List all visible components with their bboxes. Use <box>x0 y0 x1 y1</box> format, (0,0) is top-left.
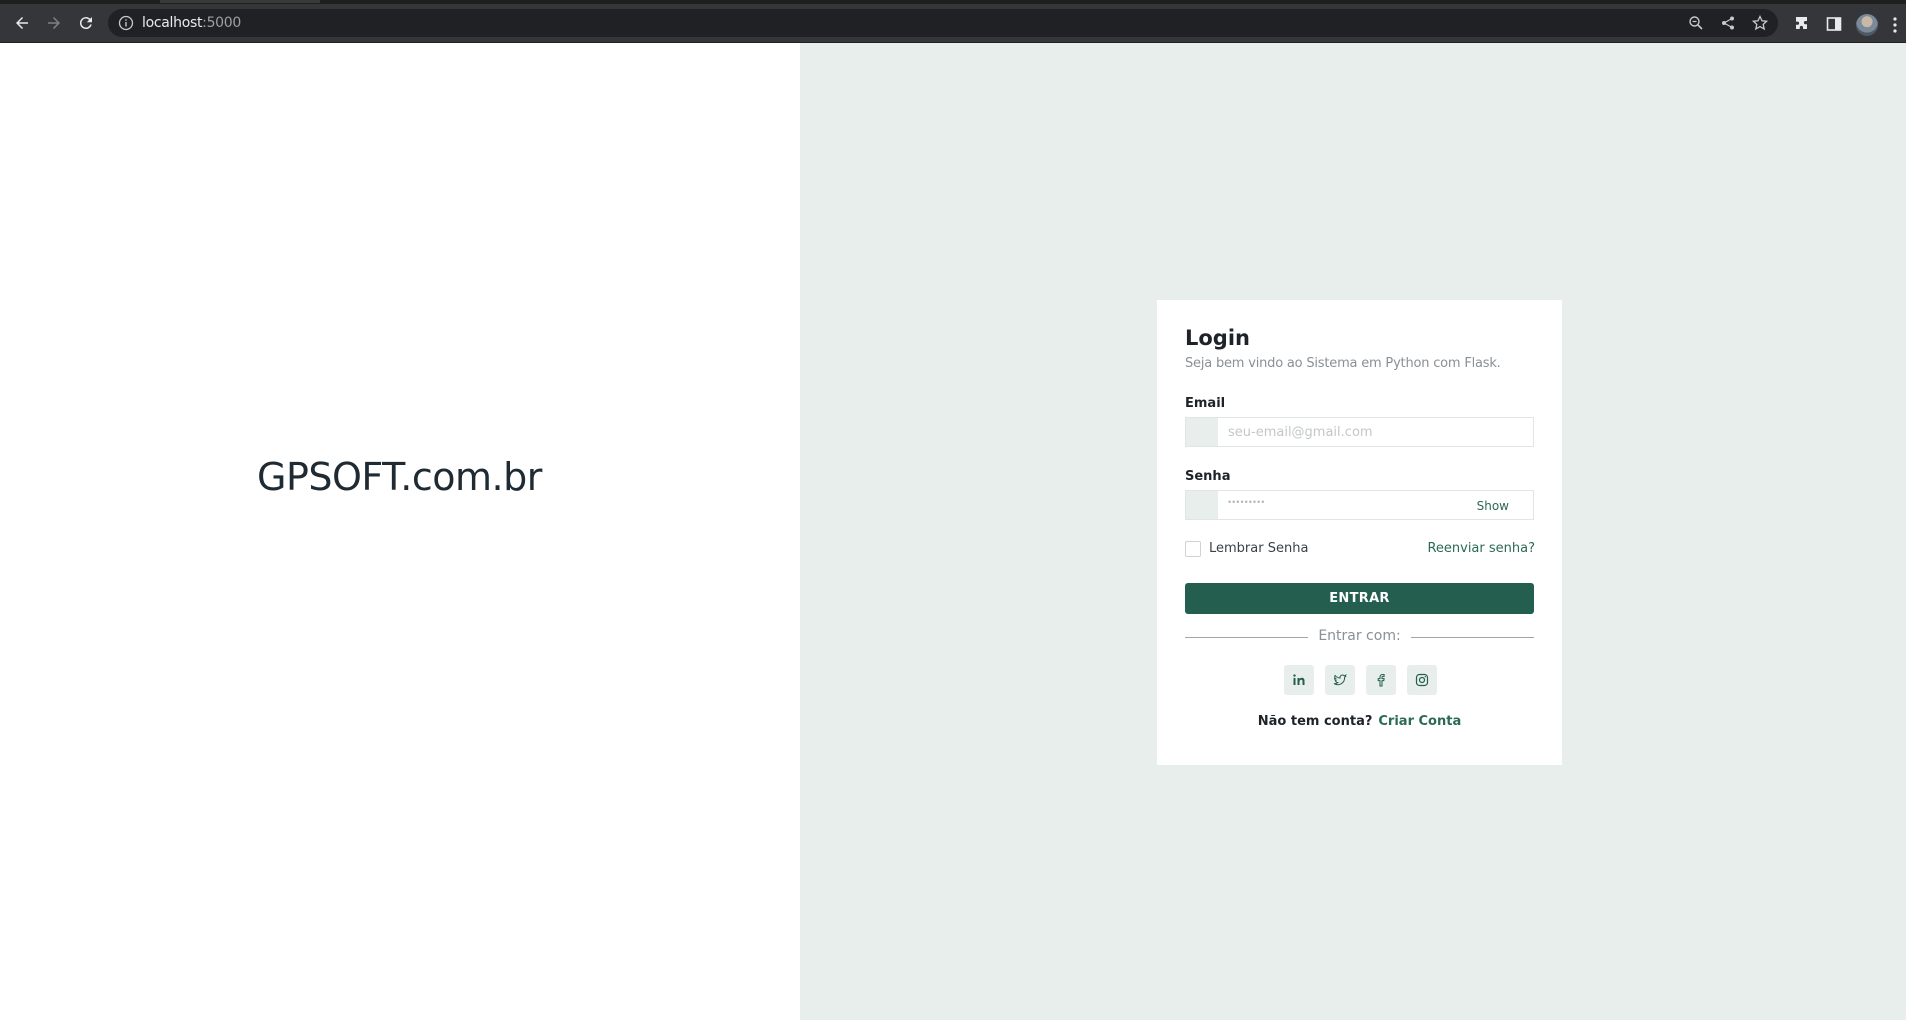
password-label: Senha <box>1185 469 1231 484</box>
url-text: localhost:5000 <box>142 15 242 31</box>
facebook-button[interactable] <box>1366 665 1396 695</box>
instagram-button[interactable] <box>1407 665 1437 695</box>
create-account-link[interactable]: Criar Conta <box>1378 714 1461 729</box>
extensions-icon[interactable] <box>1793 15 1811 33</box>
arrow-left-icon <box>16 17 28 29</box>
password-prefix-box <box>1186 491 1218 519</box>
bookmark-star-icon[interactable] <box>1752 15 1768 31</box>
forgot-password-link[interactable]: Reenviar senha? <box>1427 541 1535 556</box>
browser-toolbar: localhost:5000 <box>0 4 1906 42</box>
signup-question: Não tem conta? <box>1257 714 1373 729</box>
signup-row: Não tem conta? Criar Conta <box>1157 714 1562 729</box>
browser-tab[interactable] <box>160 0 320 3</box>
arrow-right-icon <box>48 17 60 29</box>
linkedin-button[interactable] <box>1284 665 1314 695</box>
brand-panel: GPSOFT.com.br <box>0 43 800 1020</box>
twitter-button[interactable] <box>1325 665 1355 695</box>
side-panel-icon[interactable] <box>1825 15 1843 33</box>
zoom-icon[interactable] <box>1688 15 1704 31</box>
twitter-icon <box>1333 674 1347 686</box>
forward-button[interactable] <box>41 10 67 36</box>
email-field[interactable]: seu-email@gmail.com <box>1185 417 1534 447</box>
login-card: Login Seja bem vindo ao Sistema em Pytho… <box>1157 300 1562 765</box>
more-menu-icon[interactable] <box>1892 16 1898 34</box>
info-icon[interactable] <box>118 15 134 31</box>
profile-avatar[interactable] <box>1856 14 1878 36</box>
social-divider: Entrar com: <box>1185 628 1534 646</box>
back-button[interactable] <box>9 10 35 36</box>
instagram-icon <box>1415 673 1429 687</box>
address-bar[interactable]: localhost:5000 <box>108 9 1778 37</box>
reload-button[interactable] <box>73 10 99 36</box>
divider-label: Entrar com: <box>1318 628 1401 644</box>
share-icon[interactable] <box>1720 15 1736 31</box>
reload-icon <box>79 17 92 30</box>
remember-label: Lembrar Senha <box>1209 541 1309 556</box>
brand-text: GPSOFT.com.br <box>257 455 542 499</box>
password-field[interactable]: ••••••••• Show <box>1185 490 1534 520</box>
divider-line-right <box>1411 637 1534 638</box>
show-password-toggle[interactable]: Show <box>1477 499 1509 513</box>
email-label: Email <box>1185 396 1226 411</box>
facebook-icon <box>1377 673 1385 687</box>
page: GPSOFT.com.br Login Seja bem vindo ao Si… <box>0 43 1906 1020</box>
social-buttons <box>1284 665 1444 695</box>
login-title: Login <box>1185 326 1250 350</box>
remember-checkbox[interactable] <box>1185 541 1201 557</box>
email-placeholder: seu-email@gmail.com <box>1228 425 1373 440</box>
password-mask: ••••••••• <box>1228 497 1266 507</box>
submit-button[interactable]: ENTRAR <box>1185 583 1534 614</box>
email-prefix-box <box>1186 418 1218 446</box>
login-subtitle: Seja bem vindo ao Sistema em Python com … <box>1185 356 1501 371</box>
linkedin-icon <box>1293 674 1305 685</box>
